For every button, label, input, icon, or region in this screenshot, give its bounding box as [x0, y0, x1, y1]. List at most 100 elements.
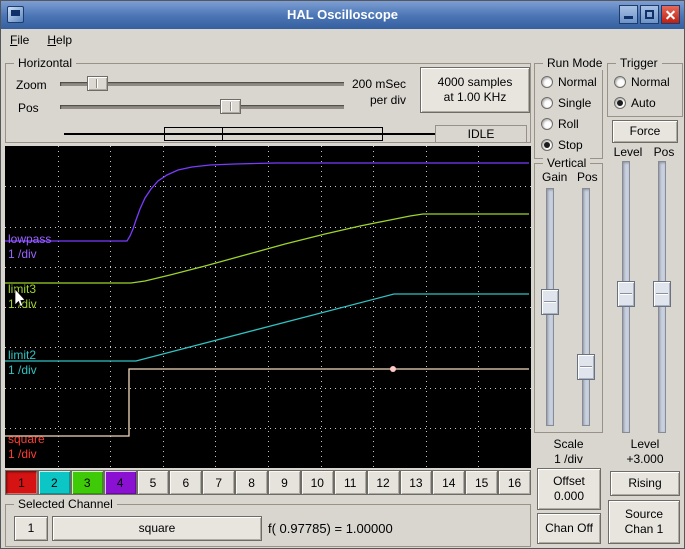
radio-icon: [541, 138, 553, 151]
run-mode-normal-radio[interactable]: Normal: [541, 74, 597, 89]
menubar: File Help: [1, 29, 684, 50]
run-mode-frame-label: Run Mode: [543, 56, 607, 70]
trigger-level-slider[interactable]: [617, 161, 635, 433]
time-per-div-value: 200 mSec: [351, 77, 406, 91]
pos-slider-trough[interactable]: [60, 104, 344, 109]
trace-scale-lowpass: 1 /div: [8, 247, 37, 261]
channel-button-3[interactable]: 3: [70, 470, 104, 495]
radio-icon: [614, 75, 626, 88]
minimize-icon: [624, 16, 633, 19]
channel-button-8[interactable]: 8: [235, 470, 268, 495]
trace-label-limit3: limit3: [8, 282, 36, 296]
offset-button[interactable]: Offset 0.000: [537, 468, 601, 510]
channel-button-5[interactable]: 5: [136, 470, 170, 495]
hal-oscilloscope-window: HAL Oscilloscope File Help Horizontal Zo…: [0, 0, 685, 549]
trace-square: [5, 368, 529, 437]
zoom-slider[interactable]: [60, 76, 344, 91]
radio-icon: [541, 96, 553, 109]
trace-label-lowpass: lowpass: [8, 232, 51, 246]
zoom-label: Zoom: [16, 78, 47, 92]
channel-button-16[interactable]: 16: [498, 470, 531, 495]
trigger-pos-handle[interactable]: [653, 281, 671, 308]
pos-slider-handle[interactable]: [220, 99, 242, 114]
trigger-level-label: Level: [613, 145, 643, 159]
trigger-normal-radio[interactable]: Normal: [614, 74, 670, 89]
level-value: +3.000: [626, 452, 664, 466]
level-value-label: Level: [630, 437, 660, 451]
gain-slider[interactable]: [541, 188, 559, 426]
vertical-frame: Vertical Gain Pos: [534, 156, 603, 433]
chan-off-button[interactable]: Chan Off: [537, 513, 601, 544]
vertical-pos-trough[interactable]: [582, 188, 590, 426]
window-title: HAL Oscilloscope: [286, 7, 398, 22]
maximize-icon: [645, 10, 654, 19]
horizontal-frame: Horizontal Zoom Pos 200 mSec per div 400…: [5, 56, 531, 143]
vertical-pos-slider[interactable]: [577, 188, 595, 426]
trigger-pos-label: Pos: [653, 145, 675, 159]
selected-channel-number-button[interactable]: 1: [14, 516, 48, 541]
trigger-source-button[interactable]: Source Chan 1: [608, 500, 680, 544]
channel-button-9[interactable]: 9: [268, 470, 301, 495]
channel-button-7[interactable]: 7: [202, 470, 236, 495]
run-mode-stop-radio[interactable]: Stop: [541, 137, 583, 152]
record-view-box[interactable]: [164, 127, 383, 141]
trigger-level-handle[interactable]: [617, 281, 635, 308]
radio-icon: [541, 75, 553, 88]
run-mode-frame: Run Mode Normal Single Roll Stop: [534, 56, 607, 159]
trigger-frame-label: Trigger: [616, 56, 662, 70]
horizontal-frame-label: Horizontal: [14, 56, 77, 70]
channel-value-readout: f( 0.97785) = 1.00000: [268, 521, 393, 536]
sample-rate-button[interactable]: 4000 samples at 1.00 KHz: [420, 67, 530, 113]
trace-label-square: square: [8, 432, 45, 446]
run-mode-single-radio[interactable]: Single: [541, 95, 591, 110]
trace-lowpass: [5, 162, 529, 242]
vertical-frame-label: Vertical: [543, 156, 591, 170]
vertical-pos-handle[interactable]: [577, 353, 595, 380]
force-trigger-button[interactable]: Force: [612, 120, 678, 143]
trigger-edge-button[interactable]: Rising: [610, 471, 680, 496]
capture-status: IDLE: [435, 125, 527, 143]
channel-button-12[interactable]: 12: [366, 470, 400, 495]
horizontal-pos-slider[interactable]: [60, 99, 344, 114]
record-trigger-tick: [222, 127, 223, 141]
gain-slider-handle[interactable]: [541, 289, 559, 316]
menu-help[interactable]: Help: [38, 31, 81, 49]
channel-button-row: 1 2 3 4 5 6 7 8 9 10 11 12 13 14 15 16: [5, 470, 531, 495]
close-button[interactable]: [661, 5, 680, 24]
channel-button-13[interactable]: 13: [399, 470, 433, 495]
maximize-button[interactable]: [640, 5, 659, 24]
menu-file[interactable]: File: [1, 31, 38, 49]
trigger-auto-radio[interactable]: Auto: [614, 95, 656, 110]
run-mode-roll-radio[interactable]: Roll: [541, 116, 579, 131]
titlebar[interactable]: HAL Oscilloscope: [1, 1, 684, 29]
channel-button-4[interactable]: 4: [103, 470, 137, 495]
channel-button-10[interactable]: 10: [300, 470, 334, 495]
channel-button-14[interactable]: 14: [432, 470, 466, 495]
channel-button-1[interactable]: 1: [5, 470, 38, 495]
channel-button-11[interactable]: 11: [333, 470, 367, 495]
radio-icon: [614, 96, 626, 109]
selected-channel-frame: Selected Channel 1 square f( 0.97785) = …: [5, 497, 531, 547]
channel-button-6[interactable]: 6: [169, 470, 203, 495]
time-per-div-units: per div: [369, 93, 406, 107]
scope-display[interactable]: lowpass 1 /div limit3 1 /div limit2 1 /div squ…: [5, 146, 531, 468]
channel-button-15[interactable]: 15: [465, 470, 499, 495]
trigger-marker: [390, 366, 396, 372]
channel-button-2[interactable]: 2: [37, 470, 71, 495]
trace-scale-limit2: 1 /div: [8, 363, 37, 377]
trace-limit2: [5, 293, 529, 362]
gain-label: Gain: [542, 170, 568, 184]
selected-channel-name-button[interactable]: square: [52, 516, 262, 541]
scale-value: 1 /div: [554, 452, 583, 466]
trace-label-limit2: limit2: [8, 348, 36, 362]
radio-icon: [541, 117, 553, 130]
trigger-pos-slider[interactable]: [653, 161, 671, 433]
scale-label: Scale: [553, 437, 584, 451]
trace-scale-square: 1 /div: [8, 447, 37, 461]
trace-limit3: [5, 213, 529, 284]
zoom-slider-handle[interactable]: [86, 76, 108, 91]
trigger-frame: Trigger Normal Auto: [607, 56, 683, 117]
selected-channel-frame-label: Selected Channel: [14, 497, 117, 511]
minimize-button[interactable]: [619, 5, 638, 24]
vertical-pos-label: Pos: [577, 170, 598, 184]
